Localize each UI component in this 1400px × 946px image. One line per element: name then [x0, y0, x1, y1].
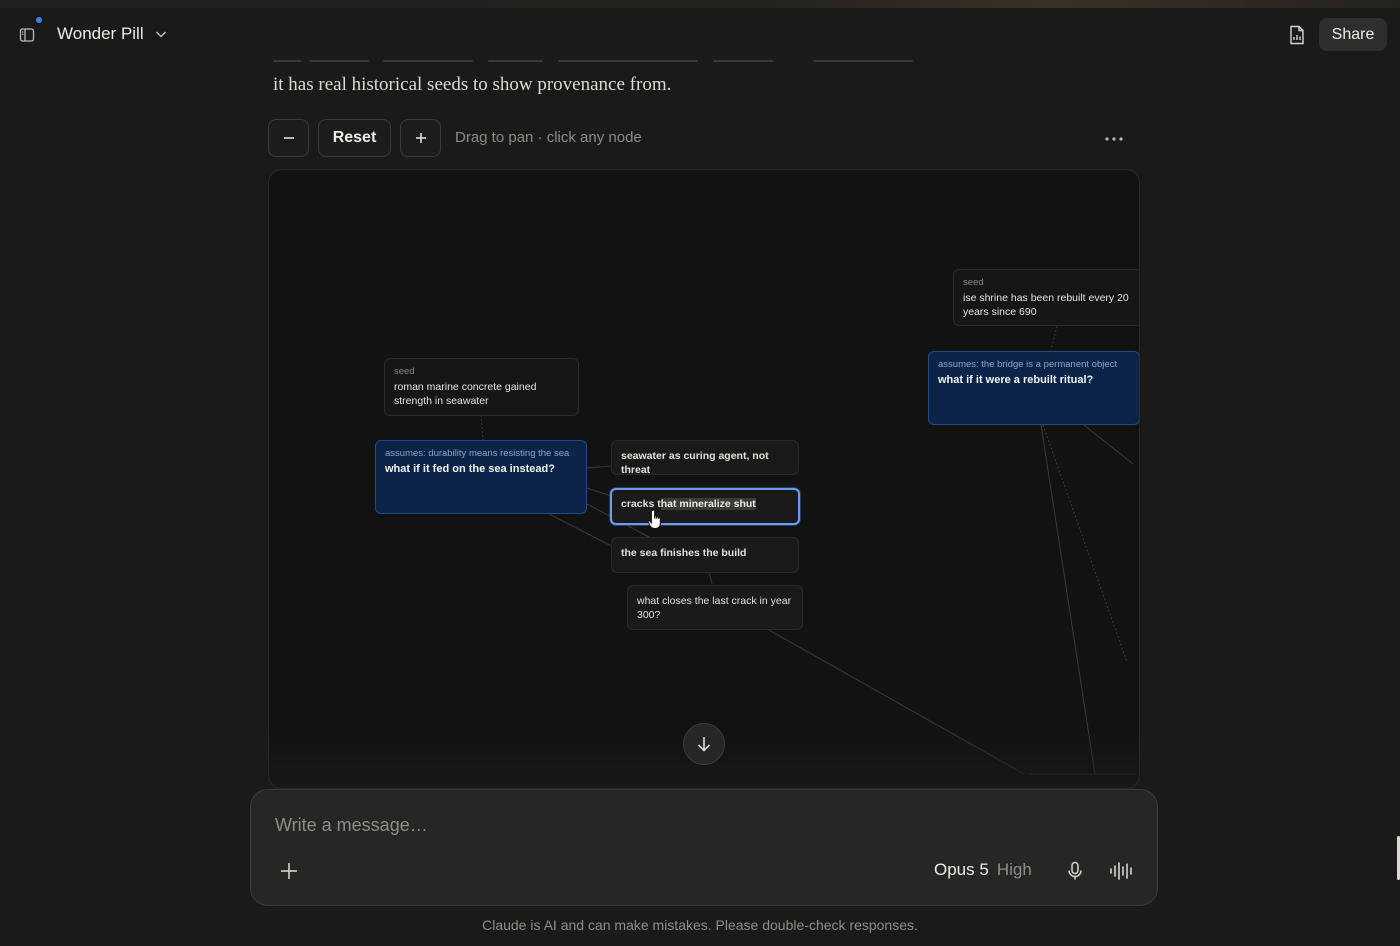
- node-text: roman marine concrete gained strength in…: [394, 381, 537, 407]
- graph-node-finishes[interactable]: the sea finishes the build: [611, 537, 799, 573]
- node-text: seawater as curing agent, not threat: [621, 450, 769, 476]
- top-edge-glow: [0, 0, 1400, 8]
- graph-edge: [1040, 424, 1096, 775]
- graph-edge: [1083, 424, 1134, 465]
- share-button[interactable]: Share: [1319, 18, 1387, 51]
- effort-level: High: [996, 860, 1032, 879]
- ellipsis-icon[interactable]: [1101, 128, 1127, 150]
- zoom-out-button[interactable]: [268, 119, 309, 157]
- zoom-in-button[interactable]: [400, 119, 441, 157]
- ai-disclaimer: Claude is AI and can make mistakes. Plea…: [482, 917, 918, 933]
- microphone-icon[interactable]: [1063, 858, 1087, 884]
- clipped-message-line: [273, 52, 973, 66]
- graph-node-question-sea[interactable]: assumes: durability means resisting the …: [375, 440, 587, 514]
- node-kind-label: seed: [394, 366, 415, 377]
- model-selector[interactable]: Opus 5 High: [934, 860, 1032, 880]
- graph-edge: [586, 465, 612, 469]
- voice-waveform-icon[interactable]: [1107, 858, 1137, 884]
- graph-edge: [1050, 325, 1058, 351]
- message-composer[interactable]: Write a message… Opus 5 High: [250, 789, 1158, 906]
- scroll-to-bottom-button[interactable]: [683, 723, 725, 765]
- graph-node-seed-roman[interactable]: seed roman marine concrete gained streng…: [384, 358, 579, 416]
- graph-node-closes[interactable]: what closes the last crack in year 300?: [627, 585, 803, 630]
- graph-node-question-bridge[interactable]: assumes: the bridge is a permanent objec…: [928, 351, 1139, 425]
- plus-icon: [415, 133, 426, 143]
- node-assumption-label: assumes: the bridge is a permanent objec…: [938, 359, 1118, 370]
- document-icon[interactable]: [1284, 22, 1310, 48]
- conversation-title: Wonder Pill: [57, 24, 144, 43]
- node-text: what closes the last crack in year 300?: [637, 595, 792, 621]
- model-name: Opus 5: [934, 860, 989, 879]
- sidebar-toggle-icon[interactable]: [14, 22, 40, 48]
- node-text: what if it fed on the sea instead?: [385, 463, 555, 475]
- graph-node-curing[interactable]: seawater as curing agent, not threat: [611, 440, 799, 476]
- node-text: the sea finishes the build: [621, 547, 747, 559]
- node-assumption-label: assumes: durability means resisting the …: [385, 448, 570, 459]
- graph-node-seed-ise[interactable]: seed ise shrine has been rebuilt every 2…: [953, 269, 1139, 326]
- node-kind-label: seed: [963, 277, 984, 288]
- notification-dot: [36, 17, 42, 23]
- reset-view-button[interactable]: Reset: [318, 119, 391, 157]
- graph-edge: [1042, 424, 1128, 663]
- message-text: it has real historical seeds to show pro…: [273, 74, 672, 95]
- graph-edge: [708, 571, 713, 585]
- minus-icon: [283, 137, 294, 139]
- graph-edge: [480, 414, 484, 441]
- pointer-hand-icon: [647, 509, 661, 529]
- node-text-highlight: hat mineralize shut: [660, 498, 756, 510]
- idea-graph-canvas[interactable]: seed roman marine concrete gained streng…: [268, 169, 1140, 789]
- plus-icon[interactable]: [276, 858, 302, 884]
- node-text: ise shrine has been rebuilt every 20 yea…: [963, 292, 1129, 318]
- node-text: what if it were a rebuilt ritual?: [938, 374, 1094, 386]
- graph-hint: Drag to pan · click any node: [455, 129, 642, 146]
- graph-node-cracks-selected[interactable]: cracks that mineralize shut: [610, 488, 800, 525]
- conversation-title-menu[interactable]: Wonder Pill: [57, 24, 168, 44]
- chevron-down-icon: [155, 31, 166, 38]
- message-input[interactable]: Write a message…: [275, 815, 428, 836]
- arrow-down-icon: [697, 737, 711, 752]
- graph-edge: [586, 487, 612, 497]
